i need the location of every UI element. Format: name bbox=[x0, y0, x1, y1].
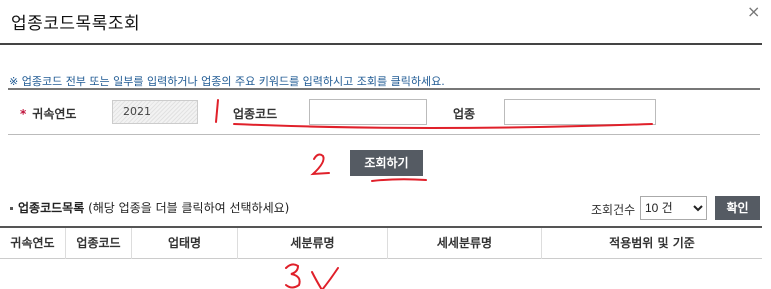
required-mark: * bbox=[20, 107, 27, 121]
annotation-mark-3 bbox=[285, 263, 301, 289]
result-table-header: 귀속연도 업종코드 업태명 세분류명 세세분류명 적용범위 및 기준 bbox=[0, 226, 762, 259]
column-header: 세분류명 bbox=[238, 228, 388, 259]
year-label: 귀속연도 bbox=[32, 107, 77, 121]
column-header: 업종코드 bbox=[66, 228, 132, 259]
confirm-button[interactable]: 확인 bbox=[715, 196, 760, 220]
annotation-underline-2 bbox=[371, 178, 427, 182]
year-label-group: * 귀속연도 bbox=[20, 105, 76, 122]
annotation-check bbox=[311, 267, 339, 289]
title-divider bbox=[0, 43, 762, 45]
column-header: 업태명 bbox=[132, 228, 238, 259]
code-label: 업종코드 bbox=[233, 107, 278, 121]
list-hint: (해당 업종을 더블 클릭하여 선택하세요) bbox=[88, 201, 290, 215]
column-header: 귀속연도 bbox=[0, 228, 66, 259]
column-header: 적용범위 및 기준 bbox=[609, 236, 695, 250]
column-header: 세세분류명 bbox=[388, 228, 542, 259]
search-panel: * 귀속연도 2021 업종코드 업종 bbox=[8, 88, 760, 135]
count-select[interactable]: 10 건 bbox=[640, 196, 707, 220]
close-icon[interactable]: × bbox=[747, 4, 760, 20]
count-label: 조회건수 bbox=[591, 203, 636, 217]
code-input[interactable] bbox=[309, 99, 427, 125]
dialog-title: 업종코드목록조회 bbox=[11, 14, 141, 34]
annotation-mark-2 bbox=[310, 153, 330, 176]
list-title-text: 업종코드목록 bbox=[18, 201, 85, 215]
name-input[interactable] bbox=[504, 99, 656, 125]
list-title: 업종코드목록 (해당 업종을 더블 클릭하여 선택하세요) bbox=[10, 199, 289, 216]
name-label: 업종 bbox=[453, 107, 476, 121]
bullet-icon bbox=[10, 207, 13, 210]
year-field: 2021 bbox=[112, 100, 198, 124]
search-button[interactable]: 조회하기 bbox=[350, 150, 423, 176]
instruction-notice: ※ 업종코드 전부 또는 일부를 입력하거나 업종의 주요 키워드를 입력하시고… bbox=[9, 75, 445, 88]
